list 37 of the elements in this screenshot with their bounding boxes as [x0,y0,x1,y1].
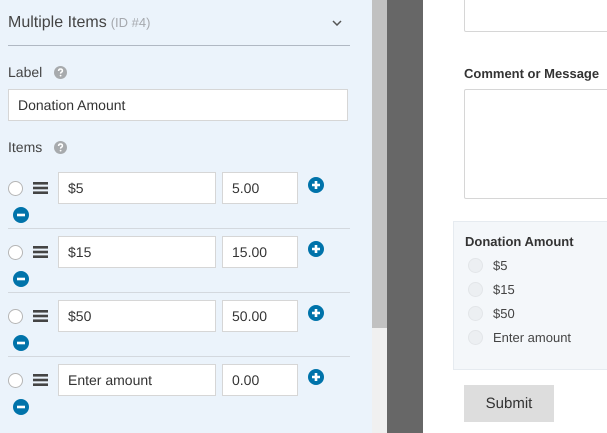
drag-handle-icon[interactable] [33,182,48,194]
field-label: Comment or Message [464,66,600,81]
remove-icon[interactable] [13,271,29,287]
choice-label: $5 [493,258,508,272]
item-price-field[interactable]: 50.00 [222,300,298,332]
item-price-field[interactable]: 0.00 [222,364,298,396]
item-label-field[interactable]: $15 [58,236,216,268]
choice-label: Enter amount [493,330,572,344]
remove-icon[interactable] [13,335,29,351]
field-label: Items [8,139,42,155]
drag-handle-icon[interactable] [33,374,48,386]
add-icon[interactable] [308,241,324,257]
item-label-field[interactable]: $5 [58,172,216,204]
choice-label: $50 [493,306,515,320]
default-radio[interactable] [8,372,23,388]
add-icon[interactable] [308,305,324,321]
default-radio[interactable] [8,244,23,260]
drag-handle-icon[interactable] [33,246,48,258]
remove-icon[interactable] [13,399,29,415]
drag-handle-icon[interactable] [33,310,48,322]
panel-title: Multiple Items (ID #4) [8,14,150,32]
label-field[interactable]: Donation Amount [8,89,348,121]
item-price-field[interactable]: 5.00 [222,172,298,204]
chevron-icon[interactable] [332,20,342,26]
item-label-field[interactable]: $50 [58,300,216,332]
choice-label: $15 [493,282,515,296]
default-radio[interactable] [8,308,23,324]
remove-icon[interactable] [13,207,29,223]
field-label: Donation Amount [465,234,575,249]
scrollbar-thumb[interactable] [372,0,387,328]
field-label: Label [8,64,42,80]
add-icon[interactable] [308,177,324,193]
item-label-field[interactable]: Enter amount [58,364,216,396]
add-icon[interactable] [308,369,324,385]
submit-button[interactable]: Submit [464,385,554,422]
default-radio[interactable] [8,180,23,196]
item-price-field[interactable]: 15.00 [222,236,298,268]
